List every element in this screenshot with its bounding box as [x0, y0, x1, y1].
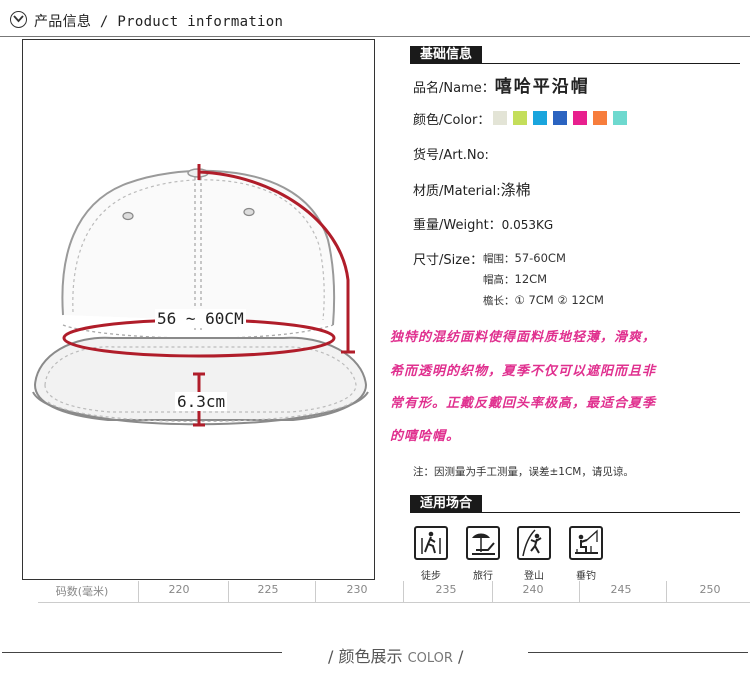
size-detail-row: 帽围：57-60CM	[483, 251, 566, 265]
size-row: 尺寸/Size：	[413, 249, 483, 268]
hiking-icon	[414, 526, 448, 560]
color-row: 颜色/Color：	[413, 109, 490, 128]
circumference-label: 56 ~ 60CM	[155, 309, 246, 328]
size-label: 尺寸/Size：	[413, 253, 484, 268]
size-cell: 250	[699, 583, 721, 596]
occasion-label: 登山	[524, 571, 544, 582]
description-line: 独特的混纺面料使得面料质地轻薄，滑爽，	[390, 330, 657, 345]
occasion-label: 旅行	[473, 571, 493, 582]
footer-divider-right	[528, 652, 748, 653]
size-detail-row: 帽高：12CM	[483, 272, 548, 286]
weight-value: 0.053KG	[501, 218, 554, 232]
size-table-strip: 码数(毫米) 220 225 230 235 240 245 250	[38, 581, 750, 603]
color-swatch[interactable]	[573, 111, 587, 125]
art-no-label: 货号/Art.No:	[413, 148, 489, 163]
description-line: 常有形。正戴反戴回头率极高，最适合夏季	[390, 396, 657, 411]
climbing-icon	[517, 526, 551, 560]
occasion-item: 徒步	[414, 526, 448, 582]
description-line: 的嘻哈帽。	[390, 429, 461, 444]
size-cell: 240	[522, 583, 544, 596]
material-label: 材质/Material:	[413, 184, 501, 199]
description-line: 希而透明的织物，夏季不仅可以遮阳而且非	[390, 364, 657, 379]
size-cell: 225	[257, 583, 279, 596]
fishing-icon	[569, 526, 603, 560]
art-no-row: 货号/Art.No:	[413, 144, 489, 163]
color-swatch[interactable]	[493, 111, 507, 125]
size-detail-row: 檐长：① 7CM ② 12CM	[483, 293, 604, 307]
size-table-label: 码数(毫米)	[55, 585, 109, 598]
name-value: 嘻哈平沿帽	[494, 77, 590, 97]
name-row: 品名/Name：嘻哈平沿帽	[413, 72, 590, 97]
basic-info-heading: 基础信息	[410, 46, 483, 64]
occasion-label: 徒步	[421, 571, 441, 582]
section-header: 产品信息 / Product information	[0, 0, 750, 38]
brim-length-label: 6.3cm	[175, 392, 228, 411]
size-cell: 220	[168, 583, 190, 596]
color-display-en: COLOR	[407, 651, 453, 666]
name-label: 品名/Name：	[413, 81, 495, 96]
beach-chair-icon	[466, 526, 500, 560]
footer-divider-left	[2, 652, 282, 653]
size-cell: 245	[610, 583, 632, 596]
occasion-item: 登山	[517, 526, 551, 582]
color-display-heading: / 颜色展示 COLOR /	[328, 647, 464, 666]
chevron-down-icon	[10, 11, 27, 28]
size-cell: 235	[435, 583, 457, 596]
color-swatch[interactable]	[553, 111, 567, 125]
occasions-header: 适用场合	[410, 495, 740, 513]
basic-info-header: 基础信息	[410, 46, 740, 64]
section-title: 产品信息 / Product information	[34, 14, 284, 30]
measurement-note: 注：因测量为手工测量，误差±1CM，请见谅。	[413, 466, 634, 478]
weight-label: 重量/Weight：	[413, 218, 502, 233]
size-cell: 230	[346, 583, 368, 596]
material-row: 材质/Material:涤棉	[413, 179, 531, 200]
occasion-item: 垂钓	[569, 526, 603, 582]
occasion-label: 垂钓	[576, 571, 596, 582]
color-swatch[interactable]	[513, 111, 527, 125]
weight-row: 重量/Weight：0.053KG	[413, 214, 553, 233]
color-swatch[interactable]	[613, 111, 627, 125]
material-value: 涤棉	[500, 181, 531, 199]
product-image: 56 ~ 60CM 6.3cm	[22, 39, 375, 580]
color-swatch[interactable]	[533, 111, 547, 125]
occasion-item: 旅行	[466, 526, 500, 582]
occasions-heading: 适用场合	[410, 495, 483, 513]
color-label: 颜色/Color：	[413, 113, 491, 128]
color-swatch[interactable]	[593, 111, 607, 125]
header-divider	[0, 36, 750, 37]
color-display-cn: 颜色展示	[338, 647, 403, 666]
